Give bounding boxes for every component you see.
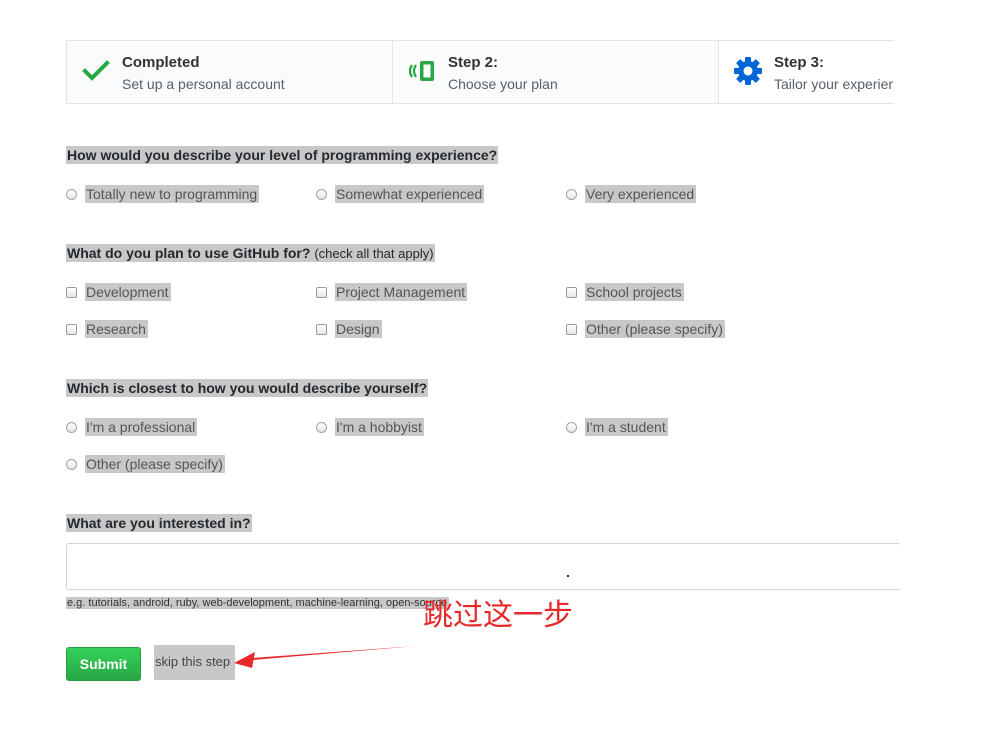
step-completed: Completed Set up a personal account: [67, 41, 393, 103]
step-tailor-experience: Step 3: Tailor your experier: [719, 41, 894, 103]
step-description: Choose your plan: [448, 76, 558, 92]
annotation-label: 跳过这一步: [423, 598, 573, 633]
radio-button[interactable]: [316, 188, 327, 200]
option-label: Development: [85, 283, 171, 301]
interests-hint: e.g. tutorials, android, ruby, web-devel…: [66, 597, 450, 609]
usage-option-design[interactable]: Design: [316, 319, 382, 339]
radio-button[interactable]: [566, 421, 577, 433]
self-option-other[interactable]: Other (please specify): [66, 454, 225, 474]
step-title: Step 3:: [774, 54, 825, 71]
step-description: Tailor your experier: [774, 76, 894, 92]
option-label: Design: [335, 320, 382, 338]
submit-button[interactable]: Submit: [66, 647, 141, 681]
option-label: Totally new to programming: [85, 185, 260, 203]
experience-option-somewhat[interactable]: Somewhat experienced: [316, 184, 485, 204]
experience-option-new[interactable]: Totally new to programming: [66, 184, 260, 204]
experience-question-heading: How would you describe your level of pro…: [66, 146, 499, 164]
option-label: Other (please specify): [585, 320, 725, 338]
radio-button[interactable]: [66, 458, 77, 470]
self-description-question-heading: Which is closest to how you would descri…: [66, 379, 429, 397]
checkmark-icon: [82, 60, 110, 81]
radio-button[interactable]: [66, 421, 77, 433]
step-title: Completed: [122, 54, 200, 71]
experience-option-very[interactable]: Very experienced: [566, 184, 697, 204]
radio-button[interactable]: [566, 188, 577, 200]
option-label: I'm a student: [585, 418, 668, 436]
usage-question-text: What do you plan to use GitHub for?: [67, 245, 311, 261]
skip-step-link[interactable]: skip this step: [154, 645, 235, 680]
usage-question-note: (check all that apply): [314, 246, 434, 261]
option-label: School projects: [585, 283, 684, 301]
checkbox[interactable]: [66, 323, 77, 335]
annotation-arrow: [234, 646, 416, 668]
checkbox[interactable]: [316, 286, 327, 298]
usage-option-project-management[interactable]: Project Management: [316, 282, 468, 302]
step-title: Step 2:: [448, 54, 499, 71]
checkbox[interactable]: [66, 286, 77, 298]
option-label: Project Management: [335, 283, 468, 301]
gear-icon: [734, 57, 762, 85]
step-choose-plan: Step 2: Choose your plan: [393, 41, 719, 103]
usage-option-development[interactable]: Development: [66, 282, 171, 302]
option-label: Very experienced: [585, 185, 697, 203]
option-label: Somewhat experienced: [335, 185, 485, 203]
option-label: I'm a hobbyist: [335, 418, 424, 436]
checkbox[interactable]: [566, 323, 577, 335]
signup-steps: Completed Set up a personal account Step…: [66, 40, 894, 104]
checkbox[interactable]: [566, 286, 577, 298]
usage-option-research[interactable]: Research: [66, 319, 148, 339]
interests-input[interactable]: [66, 543, 901, 590]
usage-question-heading: What do you plan to use GitHub for? (che…: [66, 244, 435, 262]
radio-button[interactable]: [316, 421, 327, 433]
usage-option-school-projects[interactable]: School projects: [566, 282, 684, 302]
signup-tailor-page: Completed Set up a personal account Step…: [0, 0, 983, 755]
plan-icon: [408, 61, 434, 81]
interests-question-heading: What are you interested in?: [66, 514, 252, 532]
usage-option-other[interactable]: Other (please specify): [566, 319, 725, 339]
text-cursor: [567, 575, 569, 577]
option-label: Research: [85, 320, 148, 338]
self-option-student[interactable]: I'm a student: [566, 417, 668, 437]
self-option-hobbyist[interactable]: I'm a hobbyist: [316, 417, 424, 437]
radio-button[interactable]: [66, 188, 77, 200]
self-option-professional[interactable]: I'm a professional: [66, 417, 198, 437]
option-label: Other (please specify): [85, 455, 225, 473]
option-label: I'm a professional: [85, 418, 198, 436]
step-description: Set up a personal account: [122, 76, 285, 92]
checkbox[interactable]: [316, 323, 327, 335]
